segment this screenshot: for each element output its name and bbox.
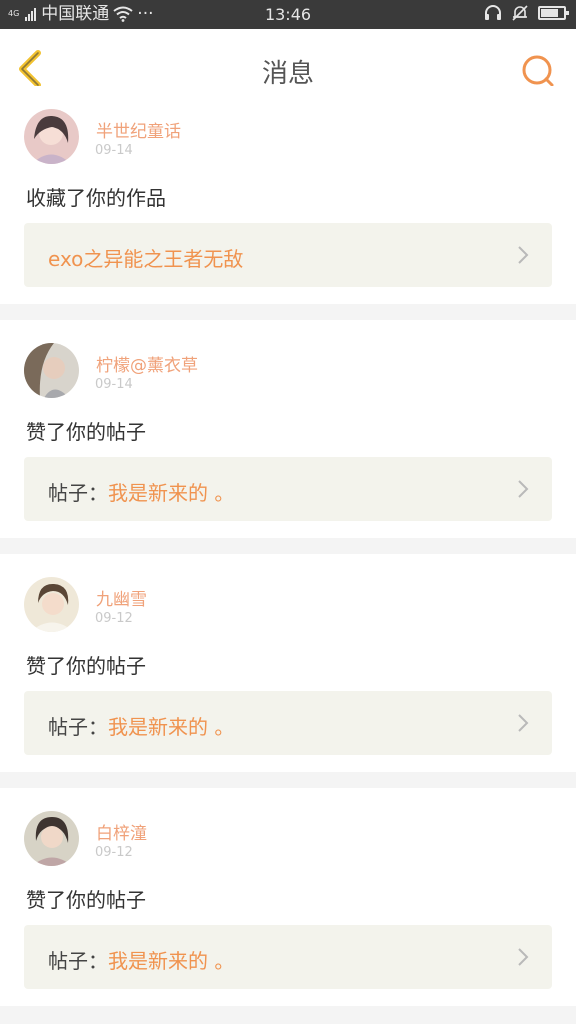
status-right	[484, 4, 569, 22]
username[interactable]: 九幽雪	[96, 585, 147, 610]
link-text: 帖子：我是新来的 。	[48, 477, 234, 506]
battery-icon	[538, 6, 569, 20]
headset-icon	[485, 5, 501, 20]
action-text: 赞了你的帖子	[26, 420, 146, 444]
linked-content-item[interactable]: 帖子：我是新来的 。	[24, 691, 552, 755]
avatar[interactable]	[24, 109, 79, 164]
linked-content-item[interactable]: 帖子：我是新来的 。	[24, 457, 552, 521]
avatar-image	[24, 811, 79, 866]
link-title: exo之异能之王者无敌	[48, 247, 244, 271]
link-title: 我是新来的 。	[108, 715, 235, 739]
message-card: 九幽雪 09-12 赞了你的帖子 帖子：我是新来的 。	[0, 554, 576, 772]
link-title: 我是新来的 。	[108, 481, 235, 505]
message-date: 09-14	[95, 143, 133, 158]
search-icon	[522, 55, 554, 87]
chevron-right-icon	[518, 480, 529, 498]
message-date: 09-12	[95, 845, 133, 860]
avatar[interactable]	[24, 343, 79, 398]
link-text: 帖子：我是新来的 。	[48, 711, 234, 740]
search-button[interactable]	[520, 53, 556, 89]
link-text: exo之异能之王者无敌	[48, 243, 243, 272]
linked-content-item[interactable]: 帖子：我是新来的 。	[24, 925, 552, 989]
avatar[interactable]	[24, 577, 79, 632]
action-text: 收藏了你的作品	[26, 186, 166, 210]
chevron-right-icon	[518, 948, 529, 966]
message-card: 半世纪童话 09-14 收藏了你的作品 exo之异能之王者无敌	[0, 86, 576, 304]
avatar-image	[24, 577, 79, 632]
message-date: 09-14	[95, 377, 133, 392]
link-text: 帖子：我是新来的 。	[48, 945, 234, 974]
page-title: 消息	[261, 59, 314, 89]
link-prefix: 帖子：	[48, 481, 108, 505]
username[interactable]: 柠檬@薰衣草	[96, 351, 198, 376]
message-card: 白梓潼 09-12 赞了你的帖子 帖子：我是新来的 。	[0, 788, 576, 1006]
linked-content-item[interactable]: exo之异能之王者无敌	[24, 223, 552, 287]
avatar[interactable]	[24, 811, 79, 866]
username[interactable]: 白梓潼	[96, 819, 147, 844]
message-date: 09-12	[95, 611, 133, 626]
action-text: 赞了你的帖子	[26, 654, 146, 678]
link-title: 我是新来的 。	[108, 949, 235, 973]
avatar-image	[24, 343, 79, 398]
chevron-right-icon	[518, 714, 529, 732]
link-prefix: 帖子：	[48, 949, 108, 973]
link-prefix: 帖子：	[48, 715, 108, 739]
action-text: 赞了你的帖子	[26, 888, 146, 912]
status-bar: 4G 中国联通 ··· 13:46	[0, 0, 576, 29]
chevron-right-icon	[518, 246, 529, 264]
avatar-image	[24, 109, 79, 164]
mute-bell-icon	[512, 5, 528, 21]
username[interactable]: 半世纪童话	[96, 117, 181, 142]
message-card: 柠檬@薰衣草 09-14 赞了你的帖子 帖子：我是新来的 。	[0, 320, 576, 538]
